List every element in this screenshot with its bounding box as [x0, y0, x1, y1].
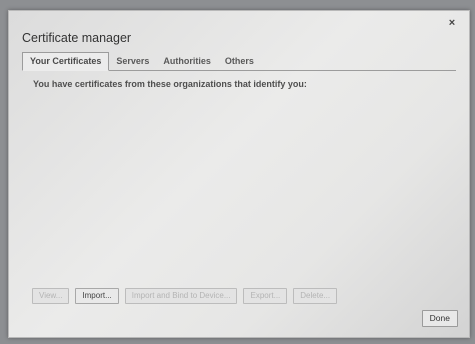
close-icon[interactable]: ×	[447, 18, 457, 29]
export-button[interactable]: Export...	[243, 288, 288, 304]
action-button-row: View... Import... Import and Bind to Dev…	[32, 288, 338, 304]
certificate-list[interactable]	[30, 95, 448, 285]
delete-button[interactable]: Delete...	[293, 288, 338, 304]
dialog-title: Certificate manager	[22, 31, 132, 45]
certificate-manager-dialog: × Certificate manager Your Certificates …	[8, 10, 470, 338]
tab-bar: Your Certificates Servers Authorities Ot…	[22, 52, 456, 71]
import-and-bind-button[interactable]: Import and Bind to Device...	[124, 288, 238, 304]
your-certificates-panel: You have certificates from these organiz…	[22, 71, 456, 323]
intro-text: You have certificates from these organiz…	[33, 79, 307, 89]
tab-servers[interactable]: Servers	[109, 53, 156, 70]
tab-others[interactable]: Others	[218, 53, 261, 70]
tab-authorities[interactable]: Authorities	[156, 53, 218, 70]
import-button[interactable]: Import...	[75, 288, 119, 304]
done-button[interactable]: Done	[421, 310, 458, 327]
view-button[interactable]: View...	[32, 288, 70, 304]
tab-your-certificates[interactable]: Your Certificates	[22, 52, 110, 71]
